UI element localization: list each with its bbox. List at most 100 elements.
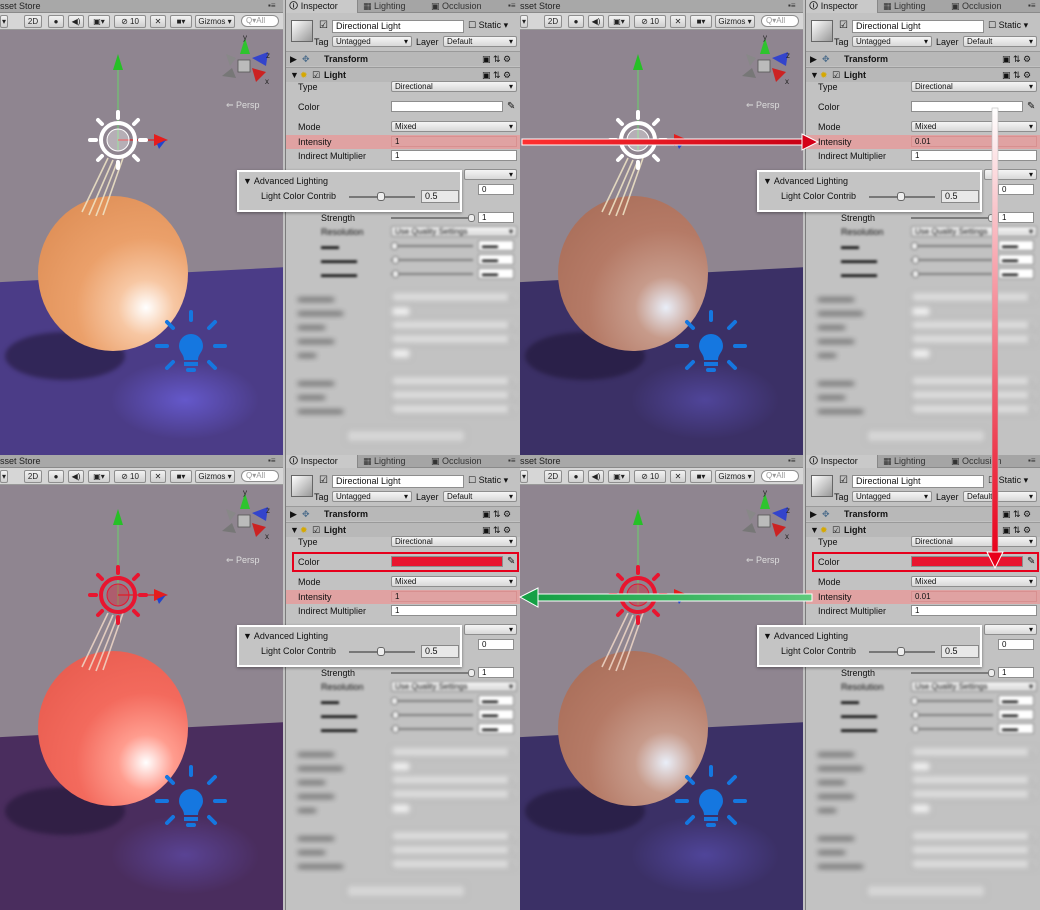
light-color-contrib-field[interactable]: 0.5: [941, 645, 979, 658]
scene-view[interactable]: y z x ⇐ Persp sset Store ▪≡ ▾ 2D ● ◀) ▣▾…: [520, 0, 803, 455]
lighting-toggle-icon[interactable]: ●: [48, 15, 64, 28]
strength-field[interactable]: 1: [998, 667, 1034, 678]
shadow-value-field[interactable]: 0: [998, 639, 1034, 650]
light-color-contrib-field[interactable]: 0.5: [421, 645, 459, 658]
point-light-bulb-icon[interactable]: [675, 765, 755, 835]
tab-inspector[interactable]: 🛈 Inspector: [286, 455, 358, 468]
2d-toggle-button[interactable]: 2D: [24, 15, 42, 28]
light-color-contrib-field[interactable]: 0.5: [941, 190, 979, 203]
light-color-contrib-slider[interactable]: [377, 647, 385, 656]
indirect-multiplier-field[interactable]: 1: [391, 605, 517, 616]
2d-toggle-button[interactable]: 2D: [24, 470, 42, 483]
scene-tab-title[interactable]: sset Store: [0, 456, 41, 466]
audio-toggle-icon[interactable]: ◀): [588, 15, 604, 28]
scene-view[interactable]: y z x ⇐ Persp sset Store ▪≡ ▾ 2D ● ◀) ▣▾…: [0, 455, 283, 910]
lighting-toggle-icon[interactable]: ●: [48, 470, 64, 483]
tools-icon[interactable]: ✕: [150, 470, 166, 483]
light-color-contrib-slider[interactable]: [897, 647, 905, 656]
shading-mode-dropdown[interactable]: ▾: [520, 15, 528, 28]
tab-inspector[interactable]: 🛈 Inspector: [806, 455, 878, 468]
tag-dropdown[interactable]: Untagged: [852, 36, 932, 47]
light-gizmo[interactable]: y z x: [0, 0, 283, 455]
tab-menu-icon[interactable]: ▪≡: [268, 456, 276, 465]
shadow-value-field[interactable]: 0: [478, 639, 514, 650]
scene-search-input[interactable]: Q▾All: [761, 15, 799, 27]
scene-tab-title[interactable]: sset Store: [520, 1, 561, 11]
scene-view[interactable]: y z x ⇐ Persp sset Store ▪≡ ▾ 2D ● ◀) ▣▾…: [0, 0, 283, 455]
point-light-bulb-icon[interactable]: [155, 765, 235, 835]
scene-search-input[interactable]: Q▾All: [241, 470, 279, 482]
static-checkbox[interactable]: ☐ Static ▾: [988, 473, 1028, 487]
mode-dropdown[interactable]: Mixed: [391, 576, 517, 587]
2d-toggle-button[interactable]: 2D: [544, 15, 562, 28]
strength-field[interactable]: 1: [478, 667, 514, 678]
tab-menu-icon[interactable]: ▪≡: [788, 456, 796, 465]
layer-dropdown[interactable]: Default: [443, 491, 517, 502]
intensity-field[interactable]: 1: [391, 136, 517, 147]
tab-lighting[interactable]: ▦ Lighting: [360, 0, 428, 13]
layer-dropdown[interactable]: Default: [443, 36, 517, 47]
persp-label[interactable]: ⇐ Persp: [746, 555, 780, 566]
tab-occlusion[interactable]: ▣ Occlusion: [948, 0, 1028, 13]
light-gizmo[interactable]: y z x: [520, 455, 803, 910]
tag-dropdown[interactable]: Untagged: [332, 491, 412, 502]
inspector-menu-icon[interactable]: ▪≡: [508, 1, 516, 10]
lighting-toggle-icon[interactable]: ●: [568, 15, 584, 28]
lighting-toggle-icon[interactable]: ●: [568, 470, 584, 483]
tab-inspector[interactable]: 🛈 Inspector: [286, 0, 358, 13]
shadow-value-field[interactable]: 0: [998, 184, 1034, 195]
camera-dropdown-icon[interactable]: ■▾: [170, 15, 192, 28]
scene-view[interactable]: y z x ⇐ Persp sset Store ▪≡ ▾ 2D ● ◀) ▣▾…: [520, 455, 803, 910]
layer-dropdown[interactable]: Default: [963, 491, 1037, 502]
light-color-contrib-field[interactable]: 0.5: [421, 190, 459, 203]
persp-label[interactable]: ⇐ Persp: [226, 100, 260, 111]
audio-toggle-icon[interactable]: ◀): [68, 15, 84, 28]
effects-dropdown-icon[interactable]: ▣▾: [88, 15, 110, 28]
scene-search-input[interactable]: Q▾All: [241, 15, 279, 27]
active-checkbox[interactable]: ☑: [319, 19, 328, 33]
inspector-menu-icon[interactable]: ▪≡: [508, 456, 516, 465]
tools-icon[interactable]: ✕: [670, 470, 686, 483]
tab-menu-icon[interactable]: ▪≡: [788, 1, 796, 10]
tab-occlusion[interactable]: ▣ Occlusion: [428, 455, 508, 468]
object-name-field[interactable]: Directional Light: [852, 475, 984, 488]
camera-dropdown-icon[interactable]: ■▾: [170, 470, 192, 483]
eyedropper-icon[interactable]: ✎: [507, 100, 515, 114]
tab-occlusion[interactable]: ▣ Occlusion: [948, 455, 1028, 468]
gizmos-dropdown[interactable]: Gizmos ▾: [195, 15, 235, 28]
scene-tab-title[interactable]: sset Store: [520, 456, 561, 466]
camera-dropdown-icon[interactable]: ■▾: [690, 15, 712, 28]
mode-dropdown[interactable]: Mixed: [911, 121, 1037, 132]
tab-occlusion[interactable]: ▣ Occlusion: [428, 0, 508, 13]
transform-component-header[interactable]: ▶ ✥ Transform ▣ ⇅ ⚙: [286, 506, 520, 521]
type-dropdown[interactable]: Directional: [911, 536, 1037, 547]
inspector-menu-icon[interactable]: ▪≡: [1028, 456, 1036, 465]
layer-dropdown[interactable]: Default: [963, 36, 1037, 47]
light-gizmo[interactable]: y z x: [520, 0, 803, 455]
tag-dropdown[interactable]: Untagged: [332, 36, 412, 47]
light-color-contrib-slider[interactable]: [897, 192, 905, 201]
static-checkbox[interactable]: ☐ Static ▾: [468, 18, 508, 32]
audio-toggle-icon[interactable]: ◀): [68, 470, 84, 483]
object-name-field[interactable]: Directional Light: [332, 475, 464, 488]
effects-dropdown-icon[interactable]: ▣▾: [608, 470, 630, 483]
light-gizmo[interactable]: y z x: [0, 455, 283, 910]
gizmos-dropdown[interactable]: Gizmos ▾: [715, 15, 755, 28]
mode-dropdown[interactable]: Mixed: [391, 121, 517, 132]
tab-lighting[interactable]: ▦ Lighting: [880, 455, 948, 468]
shadow-value-field[interactable]: 0: [478, 184, 514, 195]
color-swatch[interactable]: [391, 101, 503, 112]
tag-dropdown[interactable]: Untagged: [852, 491, 932, 502]
type-dropdown[interactable]: Directional: [911, 81, 1037, 92]
object-name-field[interactable]: Directional Light: [852, 20, 984, 33]
hidden-objects-button[interactable]: ⊘ 10: [634, 15, 666, 28]
intensity-field[interactable]: 1: [391, 591, 517, 602]
camera-dropdown-icon[interactable]: ■▾: [690, 470, 712, 483]
hidden-objects-button[interactable]: ⊘ 10: [634, 470, 666, 483]
advanced-lighting-title[interactable]: ▼ Advanced Lighting: [763, 631, 848, 641]
static-checkbox[interactable]: ☐ Static ▾: [468, 473, 508, 487]
transform-component-header[interactable]: ▶ ✥ Transform ▣ ⇅ ⚙: [806, 506, 1040, 521]
tab-menu-icon[interactable]: ▪≡: [268, 1, 276, 10]
eyedropper-icon[interactable]: ✎: [1027, 100, 1035, 114]
persp-label[interactable]: ⇐ Persp: [226, 555, 260, 566]
